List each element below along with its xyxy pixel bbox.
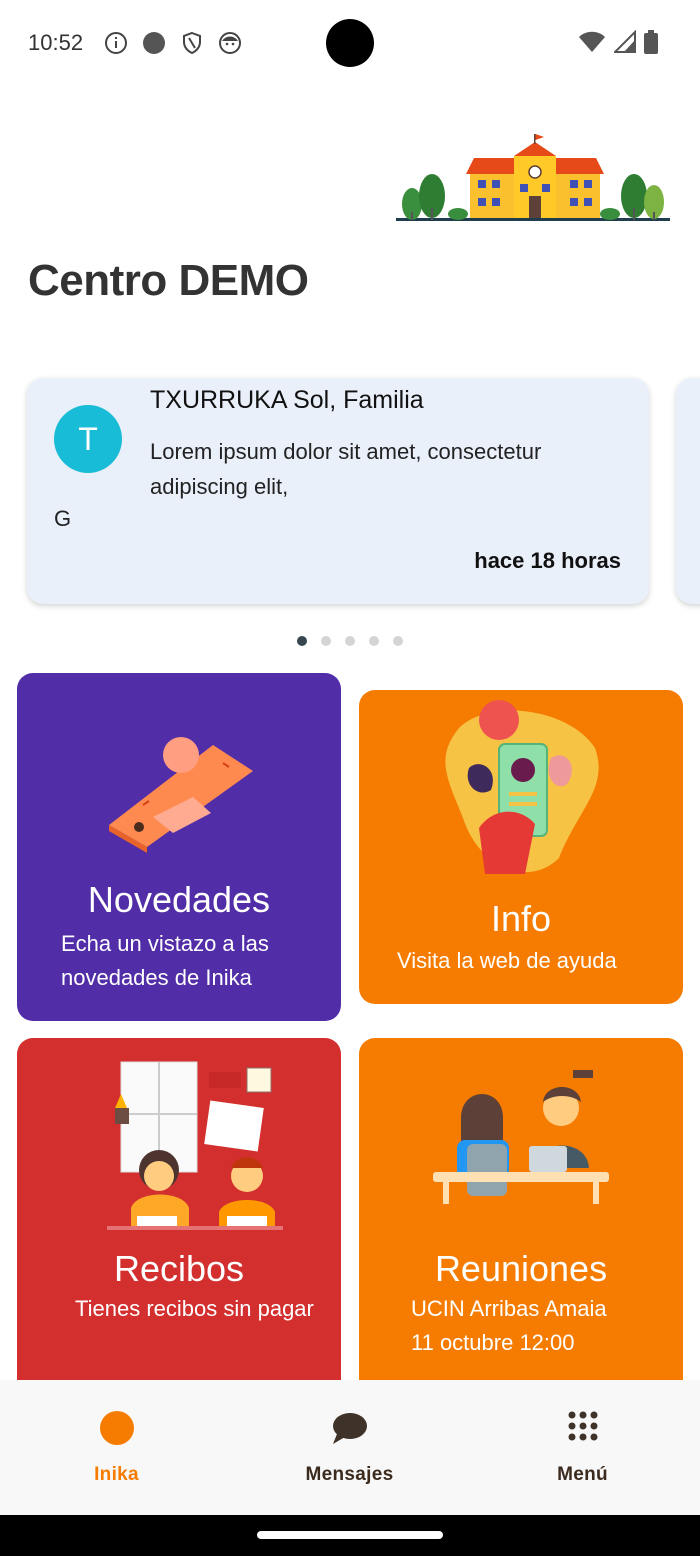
- phone-illustration: [109, 737, 253, 853]
- tile-reuniones[interactable]: Reuniones UCIN Arribas Amaia 11 octubre …: [359, 1038, 683, 1398]
- circle-icon: [99, 1411, 134, 1445]
- tile-info-title: Info: [490, 898, 552, 939]
- page-title: Centro DEMO: [28, 256, 309, 305]
- nav-item-label: Menú: [557, 1464, 608, 1485]
- help-phone-illustration: [445, 700, 599, 874]
- nav-item-menu[interactable]: Menú: [466, 1380, 699, 1515]
- pager-dot[interactable]: [321, 636, 331, 646]
- meeting-illustration: [433, 1070, 609, 1204]
- school-illustration: [396, 134, 670, 221]
- tile-novedades[interactable]: Novedades Echa un vistazo a las novedade…: [17, 673, 341, 1021]
- message-card[interactable]: T TXURRUKA Sol, Familia Lorem ipsum dolo…: [27, 378, 649, 604]
- pager-dot[interactable]: [297, 636, 307, 646]
- nav-item-inika[interactable]: Inika: [0, 1380, 233, 1515]
- home-gesture-handle[interactable]: [257, 1531, 443, 1539]
- system-navigation-bar: [0, 1515, 700, 1556]
- face-icon: [219, 32, 241, 54]
- tile-recibos-subtitle: Tienes recibos sin pagar: [75, 1296, 314, 1321]
- tile-reuniones-title: Reuniones: [434, 1248, 608, 1289]
- kids-studying-illustration: [107, 1061, 283, 1230]
- pager-dot[interactable]: [369, 636, 379, 646]
- message-body: Lorem ipsum dolor sit amet, consectetur …: [150, 439, 542, 499]
- info-icon: [105, 32, 127, 54]
- avatar: T: [54, 405, 122, 473]
- tile-novedades-title: Novedades: [87, 879, 271, 920]
- tile-novedades-subtitle: Echa un vistazo a las novedades de Inika: [61, 931, 269, 990]
- carousel-pager: [297, 636, 403, 646]
- wifi-icon: [579, 31, 605, 52]
- battery-icon: [644, 30, 658, 54]
- pager-dot[interactable]: [393, 636, 403, 646]
- nav-item-label: Inika: [94, 1464, 139, 1485]
- tile-info-subtitle: Visita la web de ayuda: [397, 948, 617, 973]
- bottom-navigation: Inika Mensajes Menú: [0, 1380, 700, 1515]
- message-sender: TXURRUKA Sol, Familia: [150, 386, 424, 414]
- message-extra: G: [54, 506, 72, 531]
- system-icons: [578, 30, 658, 54]
- shield-icon: [183, 31, 201, 55]
- tile-info[interactable]: Info Visita la web de ayuda: [359, 690, 683, 1004]
- status-bar: 10:52: [0, 0, 700, 88]
- status-time: 10:52: [28, 30, 84, 55]
- nav-item-label: Mensajes: [305, 1464, 394, 1485]
- tile-reuniones-subtitle-2: 11 octubre 12:00: [411, 1330, 575, 1355]
- grid-icon: [568, 1411, 597, 1441]
- message-time: hace 18 horas: [474, 548, 621, 573]
- signal-icon: [614, 30, 636, 53]
- nav-item-mensajes[interactable]: Mensajes: [233, 1380, 466, 1515]
- chat-bubble-icon: [332, 1413, 367, 1444]
- tile-reuniones-subtitle-1: UCIN Arribas Amaia: [411, 1296, 607, 1321]
- circle-icon: [143, 32, 165, 54]
- tile-recibos[interactable]: Recibos Tienes recibos sin pagar: [17, 1038, 341, 1398]
- pager-dot[interactable]: [345, 636, 355, 646]
- tile-recibos-title: Recibos: [113, 1248, 245, 1289]
- next-message-card[interactable]: [676, 378, 700, 604]
- camera-cutout: [326, 19, 374, 67]
- notification-icons: [104, 31, 242, 55]
